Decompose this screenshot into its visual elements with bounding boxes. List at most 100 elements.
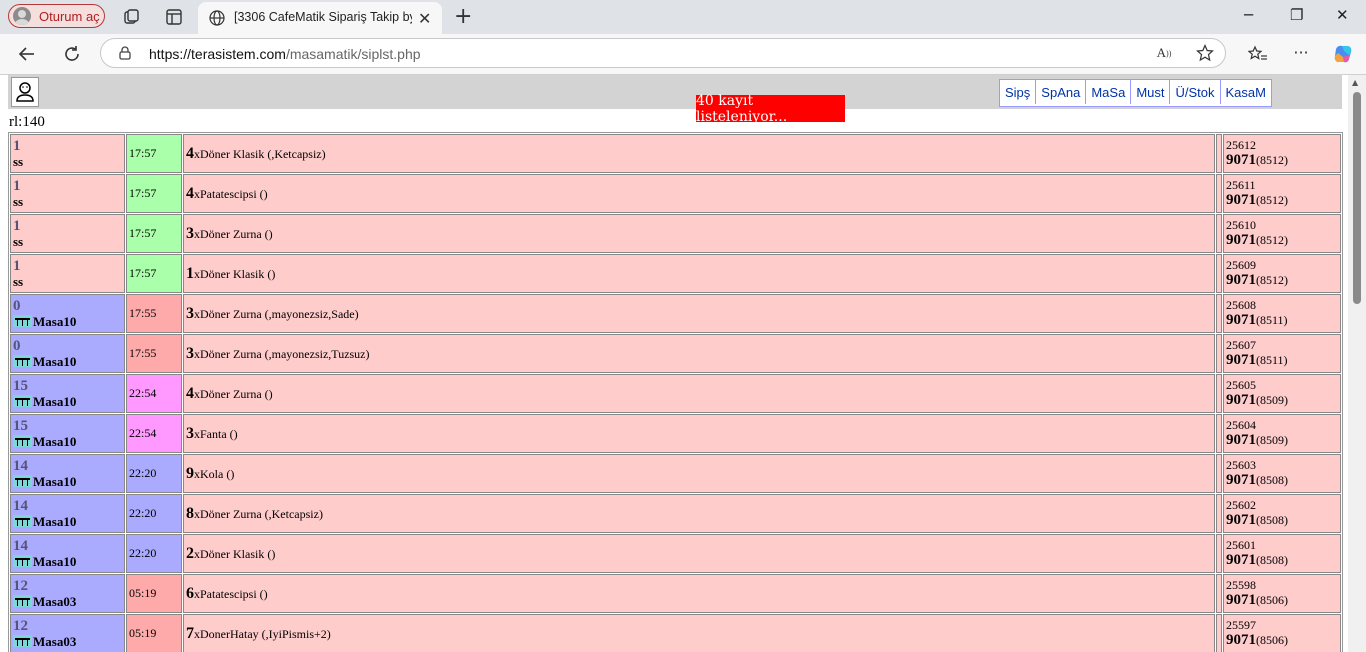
table-cell[interactable]: 12 Masa03 <box>10 574 125 613</box>
order-id-cell[interactable]: 25598 9071(8506) <box>1223 574 1341 613</box>
time-cell: 17:57 <box>126 174 182 213</box>
table-number: 15 <box>13 377 28 394</box>
nav-stok-button[interactable]: Ü/Stok <box>1170 80 1221 104</box>
lock-icon[interactable] <box>117 45 133 61</box>
order-id-cell[interactable]: 25597 9071(8506) <box>1223 614 1341 652</box>
table-cell[interactable]: 14 Masa10 <box>10 454 125 493</box>
read-aloud-icon[interactable]: A)) <box>1155 44 1173 62</box>
more-menu-icon[interactable]: ··· <box>1290 42 1312 62</box>
tab-active[interactable]: [3306 CafeMatik Sipariş Takip by T ✕ <box>198 2 442 34</box>
table-cell[interactable]: 14 Masa10 <box>10 494 125 533</box>
order-id-cell[interactable]: 25604 9071(8509) <box>1223 414 1341 453</box>
vertical-tabs-icon[interactable] <box>164 7 184 27</box>
order-id-cell[interactable]: 25607 9071(8511) <box>1223 334 1341 373</box>
table-name-line: Masa10 <box>13 474 122 489</box>
order-id-cell[interactable]: 25612 9071(8512) <box>1223 134 1341 173</box>
tab-close-icon[interactable]: ✕ <box>418 9 431 28</box>
order-id-cell[interactable]: 25608 9071(8511) <box>1223 294 1341 333</box>
profile-button[interactable]: Oturum aç <box>8 4 105 28</box>
nav-sips-button[interactable]: Sipş <box>1000 80 1037 104</box>
item-cell[interactable]: 2xDöner Klasik () <box>183 534 1215 573</box>
scroll-thumb[interactable] <box>1353 92 1361 304</box>
page-content: Sipş SpAna MaSa Must Ü/Stok KasaM 40 kay… <box>0 75 1348 652</box>
favorites-icon[interactable] <box>1247 44 1269 64</box>
nav-kasam-button[interactable]: KasaM <box>1221 80 1271 104</box>
table-cell[interactable]: 15 Masa10 <box>10 414 125 453</box>
nav-masa-button[interactable]: MaSa <box>1086 80 1132 104</box>
table-icon <box>13 355 32 367</box>
item-cell[interactable]: 9xKola () <box>183 454 1215 493</box>
table-row[interactable]: 14 Masa10 22:20 2xDöner Klasik () 25601 9071(… <box>10 534 1341 573</box>
item-cell[interactable]: 8xDöner Zurna (,Ketcapsiz) <box>183 494 1215 533</box>
item-quantity: 4 <box>186 144 194 162</box>
order-id-cell[interactable]: 25601 9071(8508) <box>1223 534 1341 573</box>
table-row[interactable]: 12 Masa03 05:19 7xDonerHatay (,IyiPismis+2)… <box>10 614 1341 652</box>
order-sub: (8506) <box>1256 593 1288 607</box>
nav-must-button[interactable]: Must <box>1131 80 1171 104</box>
window-close-icon[interactable]: ✕ <box>1336 6 1349 24</box>
item-name: xDöner Klasik () <box>194 546 276 561</box>
item-cell[interactable]: 3xDöner Zurna () <box>183 214 1215 253</box>
url-field[interactable]: https://terasistem.com/masamatik/siplst.… <box>100 38 1226 68</box>
back-icon[interactable] <box>16 43 38 65</box>
table-row[interactable]: 14 Masa10 22:20 9xKola () 25603 9071(8508) <box>10 454 1341 493</box>
table-name: ss <box>13 233 24 249</box>
user-button[interactable] <box>11 77 39 107</box>
order-id-cell[interactable]: 25605 9071(8509) <box>1223 374 1341 413</box>
time-cell: 05:19 <box>126 574 182 613</box>
table-row[interactable]: 1 ss 17:57 4xPatatescipsi () 25611 9071(8512) <box>10 174 1341 213</box>
copilot-icon[interactable] <box>1331 42 1355 66</box>
item-cell[interactable]: 7xDonerHatay (,IyiPismis+2) <box>183 614 1215 652</box>
item-cell[interactable]: 6xPatatescipsi () <box>183 574 1215 613</box>
table-row[interactable]: 0 Masa10 17:55 3xDöner Zurna (,mayonezsiz,S… <box>10 294 1341 333</box>
order-id-cell[interactable]: 25603 9071(8508) <box>1223 454 1341 493</box>
table-cell[interactable]: 15 Masa10 <box>10 374 125 413</box>
item-cell[interactable]: 3xDöner Zurna (,mayonezsiz,Tuzsuz) <box>183 334 1215 373</box>
favorite-star-icon[interactable] <box>1195 43 1215 63</box>
nav-spana-button[interactable]: SpAna <box>1036 80 1087 104</box>
item-quantity: 3 <box>186 304 194 322</box>
new-tab-icon[interactable]: + <box>454 4 472 29</box>
table-row[interactable]: 1 ss 17:57 4xDöner Klasik (,Ketcapsiz) 25612… <box>10 134 1341 173</box>
table-row[interactable]: 15 Masa10 22:54 4xDöner Zurna () 25605 9071(8… <box>10 374 1341 413</box>
order-number: 25597 <box>1226 618 1256 632</box>
restore-icon[interactable]: ❐ <box>1290 6 1303 24</box>
table-row[interactable]: 0 Masa10 17:55 3xDöner Zurna (,mayonezsiz,T… <box>10 334 1341 373</box>
item-cell[interactable]: 3xFanta () <box>183 414 1215 453</box>
item-cell[interactable]: 4xDöner Klasik (,Ketcapsiz) <box>183 134 1215 173</box>
table-cell[interactable]: 1 ss <box>10 214 125 253</box>
item-cell[interactable]: 4xPatatescipsi () <box>183 174 1215 213</box>
minimize-icon[interactable]: ─ <box>1244 6 1253 24</box>
item-cell[interactable]: 4xDöner Zurna () <box>183 374 1215 413</box>
scroll-up-icon[interactable]: ▲ <box>1352 78 1358 87</box>
order-id-cell[interactable]: 25602 9071(8508) <box>1223 494 1341 533</box>
tab-title: [3306 CafeMatik Sipariş Takip by T <box>234 10 412 24</box>
item-name: xFanta () <box>194 426 238 441</box>
refresh-icon[interactable] <box>61 43 83 65</box>
order-sub: (8508) <box>1256 513 1288 527</box>
table-name: ss <box>13 153 24 169</box>
table-cell[interactable]: 12 Masa03 <box>10 614 125 652</box>
order-id-cell[interactable]: 25611 9071(8512) <box>1223 174 1341 213</box>
order-sub: (8508) <box>1256 553 1288 567</box>
table-cell[interactable]: 1 ss <box>10 134 125 173</box>
table-cell[interactable]: 0 Masa10 <box>10 294 125 333</box>
table-cell[interactable]: 1 ss <box>10 174 125 213</box>
item-cell[interactable]: 1xDöner Klasik () <box>183 254 1215 293</box>
table-row[interactable]: 12 Masa03 05:19 6xPatatescipsi () 25598 9071(… <box>10 574 1341 613</box>
table-number: 15 <box>13 417 28 434</box>
order-number: 25598 <box>1226 578 1256 592</box>
order-id-cell[interactable]: 25610 9071(8512) <box>1223 214 1341 253</box>
order-number: 25604 <box>1226 418 1256 432</box>
table-cell[interactable]: 14 Masa10 <box>10 534 125 573</box>
table-row[interactable]: 14 Masa10 22:20 8xDöner Zurna (,Ketcapsiz) 2… <box>10 494 1341 533</box>
table-row[interactable]: 15 Masa10 22:54 3xFanta () 25604 9071(8509) <box>10 414 1341 453</box>
table-row[interactable]: 1 ss 17:57 1xDöner Klasik () 25609 9071(8512) <box>10 254 1341 293</box>
table-cell[interactable]: 1 ss <box>10 254 125 293</box>
table-row[interactable]: 1 ss 17:57 3xDöner Zurna () 25610 9071(8512) <box>10 214 1341 253</box>
page-scrollbar[interactable]: ▲ <box>1348 75 1366 652</box>
order-id-cell[interactable]: 25609 9071(8512) <box>1223 254 1341 293</box>
item-cell[interactable]: 3xDöner Zurna (,mayonezsiz,Sade) <box>183 294 1215 333</box>
table-cell[interactable]: 0 Masa10 <box>10 334 125 373</box>
workspaces-icon[interactable] <box>122 7 142 27</box>
